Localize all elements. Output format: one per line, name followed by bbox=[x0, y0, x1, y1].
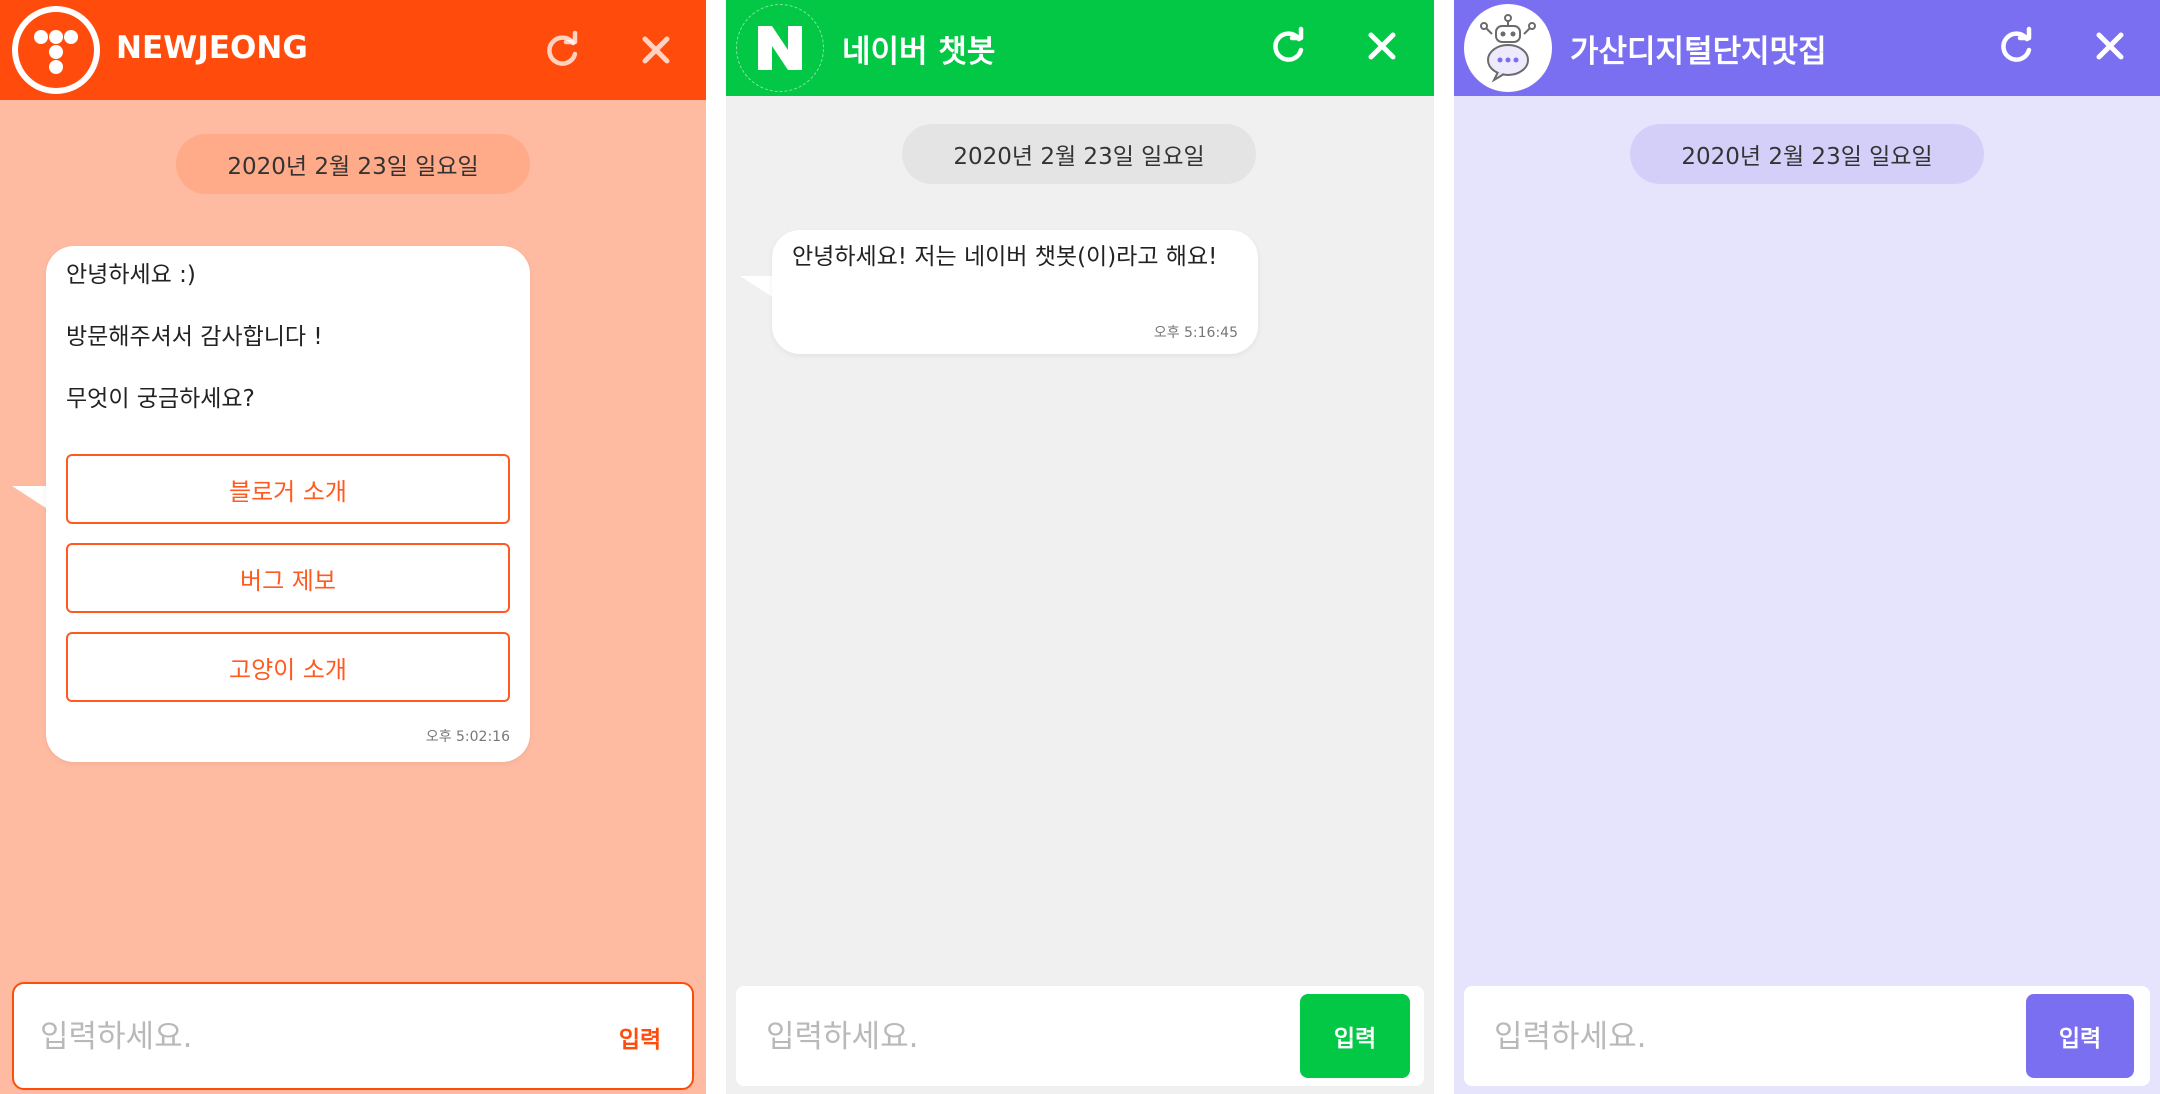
date-pill: 2020년 2월 23일 일요일 bbox=[176, 134, 530, 194]
refresh-icon bbox=[2001, 26, 2032, 62]
message-timestamp: 오후 5:02:16 bbox=[425, 729, 510, 745]
input-bar: 입력 bbox=[12, 982, 694, 1090]
date-pill: 2020년 2월 23일 일요일 bbox=[902, 124, 1256, 184]
refresh-icon bbox=[547, 30, 578, 66]
chatbot-avatar bbox=[1464, 4, 1552, 92]
dots-logo-icon bbox=[18, 12, 94, 88]
bubble-tail bbox=[740, 276, 774, 298]
refresh-icon bbox=[1273, 26, 1304, 62]
send-button[interactable]: 입력 bbox=[2026, 994, 2134, 1078]
chat-header: 네이버 챗봇 bbox=[726, 0, 1434, 96]
chatbot-avatar bbox=[736, 4, 824, 92]
close-button[interactable] bbox=[632, 26, 680, 74]
chat-title: NEWJEONG bbox=[116, 30, 308, 66]
bubble-tail bbox=[12, 486, 46, 508]
chat-title: 네이버 챗봇 bbox=[842, 34, 996, 70]
chatbot-avatar bbox=[12, 6, 100, 94]
message-timestamp: 오후 5:16:45 bbox=[1153, 325, 1238, 341]
chat-panel-gasan: 가산디지털단지맛집 2020년 2월 23일 일요일 입력 bbox=[1454, 0, 2160, 1094]
date-pill: 2020년 2월 23일 일요일 bbox=[1630, 124, 1984, 184]
close-button[interactable] bbox=[2086, 22, 2134, 70]
message-line: 안녕하세요 :) bbox=[66, 262, 196, 288]
send-button[interactable]: 입력 bbox=[580, 1014, 700, 1060]
robot-logo-icon bbox=[1480, 14, 1536, 83]
message-input[interactable] bbox=[764, 1012, 1288, 1062]
close-button[interactable] bbox=[1358, 22, 1406, 70]
close-icon bbox=[642, 36, 670, 64]
chat-panel-naver: 네이버 챗봇 2020년 2월 23일 일요일 안녕하세요! 저는 네이버 챗봇… bbox=[726, 0, 1434, 1094]
chat-header: 가산디지털단지맛집 bbox=[1454, 0, 2160, 96]
send-button[interactable]: 입력 bbox=[1300, 994, 1410, 1078]
message-line: 방문해주셔서 감사합니다 ! bbox=[66, 324, 323, 350]
message-line: 무엇이 궁금하세요? bbox=[66, 386, 255, 412]
chat-title: 가산디지털단지맛집 bbox=[1570, 34, 1827, 70]
close-icon bbox=[2096, 32, 2124, 60]
refresh-button[interactable] bbox=[1992, 22, 2040, 70]
close-icon bbox=[1368, 32, 1396, 60]
quick-reply-cat-intro[interactable]: 고양이 소개 bbox=[66, 632, 510, 702]
message-text: 안녕하세요! 저는 네이버 챗봇(이)라고 해요! bbox=[792, 244, 1218, 270]
refresh-button[interactable] bbox=[1264, 22, 1312, 70]
chat-panel-newjeong: NEWJEONG 2020년 2월 23일 일요일 안녕하세요 :) 방문해주셔… bbox=[0, 0, 706, 1094]
chat-header: NEWJEONG bbox=[0, 0, 706, 100]
input-bar: 입력 bbox=[1464, 986, 2150, 1086]
message-bubble: 안녕하세요 :) 방문해주셔서 감사합니다 ! 무엇이 궁금하세요? 블로거 소… bbox=[46, 246, 530, 762]
quick-reply-blogger-intro[interactable]: 블로거 소개 bbox=[66, 454, 510, 524]
refresh-button[interactable] bbox=[538, 26, 586, 74]
message-input[interactable] bbox=[38, 1012, 562, 1062]
message-input[interactable] bbox=[1492, 1012, 2016, 1062]
input-bar: 입력 bbox=[736, 986, 1424, 1086]
message-bubble: 안녕하세요! 저는 네이버 챗봇(이)라고 해요! 오후 5:16:45 bbox=[772, 230, 1258, 354]
quick-reply-bug-report[interactable]: 버그 제보 bbox=[66, 543, 510, 613]
naver-n-logo-icon bbox=[758, 26, 802, 70]
